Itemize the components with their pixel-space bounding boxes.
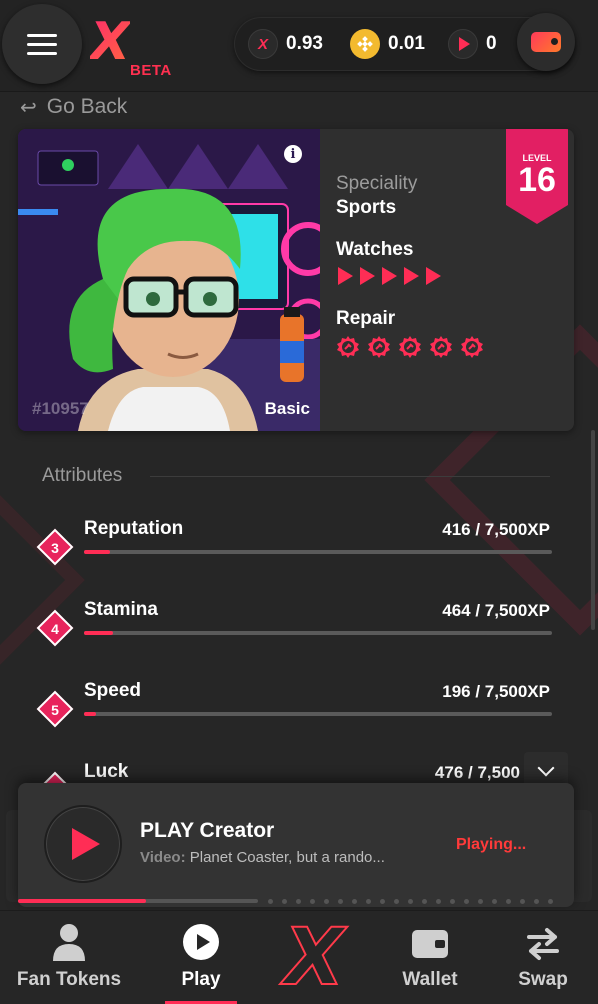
x-token-balance[interactable]: X 0.93 bbox=[248, 29, 323, 59]
play-pause-button[interactable] bbox=[44, 805, 122, 883]
go-back-link[interactable]: ↩ Go Back bbox=[20, 93, 127, 121]
token-id: #10957 bbox=[32, 399, 89, 418]
repair-rating bbox=[336, 335, 491, 359]
player-video: Video: Planet Coaster, but a rando... bbox=[140, 849, 385, 866]
attribute-stamina: 4 Stamina 464 / 7,500XP bbox=[36, 599, 554, 659]
attribute-level: 4 bbox=[51, 621, 59, 637]
watch-play-icon bbox=[382, 267, 397, 285]
x-token-value: 0.93 bbox=[286, 33, 323, 54]
app-header: X BETA X 0.93 0.01 0 bbox=[0, 0, 598, 92]
repair-gear-icon bbox=[430, 336, 452, 358]
bottom-nav: Fan Tokens Play X Wallet Swap bbox=[0, 910, 598, 1004]
wallet-icon bbox=[412, 930, 448, 958]
video-label: Video: bbox=[140, 849, 186, 866]
speciality-label: Speciality bbox=[336, 173, 418, 194]
attribute-xp: 416 / 7,500XP bbox=[442, 520, 550, 539]
video-title: Planet Coaster, but a rando... bbox=[189, 849, 385, 866]
repair-gear-icon bbox=[368, 336, 390, 358]
nav-home-logo[interactable]: X bbox=[274, 911, 358, 1004]
watch-play-icon bbox=[338, 267, 353, 285]
attribute-name: Luck bbox=[84, 761, 129, 782]
back-arrow-icon: ↩ bbox=[20, 96, 37, 119]
nav-play[interactable]: Play bbox=[160, 911, 242, 1004]
app-logo[interactable]: X BETA bbox=[86, 12, 176, 82]
attribute-progress-bar bbox=[84, 631, 552, 635]
watch-play-icon bbox=[360, 267, 375, 285]
hamburger-icon bbox=[27, 31, 57, 58]
creator-card: i #10957 Basic Speciality Sports Watches… bbox=[18, 129, 574, 431]
mini-player: PLAY Creator Video: Planet Coaster, but … bbox=[18, 783, 574, 907]
watches-label: Watches bbox=[336, 239, 414, 260]
play-token-value: 0 bbox=[486, 33, 497, 54]
menu-button[interactable] bbox=[2, 4, 82, 84]
attribute-xp: 476 / 7,500 bbox=[434, 763, 520, 782]
user-icon bbox=[53, 924, 85, 961]
attribute-reputation: 3 Reputation 416 / 7,500XP bbox=[36, 518, 554, 578]
level-value: 16 bbox=[518, 161, 556, 199]
info-icon[interactable]: i bbox=[284, 145, 302, 163]
bnb-value: 0.01 bbox=[388, 33, 425, 54]
swap-icon bbox=[527, 928, 559, 960]
attribute-xp: 196 / 7,500XP bbox=[442, 682, 550, 701]
play-icon bbox=[183, 924, 219, 960]
tier-label: Basic bbox=[264, 399, 310, 418]
watch-play-icon bbox=[404, 267, 419, 285]
scrollbar[interactable] bbox=[591, 430, 595, 630]
attribute-speed: 5 Speed 196 / 7,500XP bbox=[36, 680, 554, 740]
nav-label: Swap bbox=[518, 969, 568, 990]
x-token-icon: X bbox=[248, 29, 278, 59]
repair-gear-icon bbox=[461, 336, 483, 358]
wallet-button[interactable] bbox=[517, 13, 575, 71]
attribute-name: Reputation bbox=[84, 518, 184, 539]
attribute-progress-bar bbox=[84, 550, 552, 554]
progress-dots bbox=[268, 899, 562, 904]
watches-rating bbox=[338, 267, 448, 285]
play-icon bbox=[72, 828, 100, 860]
attribute-xp: 464 / 7,500XP bbox=[442, 601, 550, 620]
attribute-progress-bar bbox=[84, 712, 552, 716]
repair-gear-icon bbox=[399, 336, 421, 358]
wallet-icon bbox=[531, 32, 561, 52]
play-token-icon bbox=[448, 29, 478, 59]
repair-gear-icon bbox=[337, 336, 359, 358]
nav-wallet[interactable]: Wallet bbox=[390, 911, 470, 1004]
attributes-title: Attributes bbox=[42, 465, 123, 486]
attributes-divider bbox=[150, 476, 550, 477]
player-title: PLAY Creator bbox=[140, 819, 275, 842]
repair-label: Repair bbox=[336, 308, 396, 329]
attribute-name: Speed bbox=[84, 680, 142, 701]
watch-play-icon bbox=[426, 267, 441, 285]
player-progress[interactable] bbox=[18, 897, 574, 907]
chevron-down-icon bbox=[537, 759, 555, 777]
avatar-illustration bbox=[18, 129, 320, 431]
attribute-name: Stamina bbox=[84, 599, 158, 620]
progress-fill bbox=[18, 899, 146, 903]
attribute-level: 5 bbox=[51, 702, 59, 718]
bnb-coin-icon bbox=[350, 29, 380, 59]
creator-portrait[interactable]: i #10957 Basic bbox=[18, 129, 320, 431]
nav-label: Wallet bbox=[402, 969, 458, 990]
bnb-balance[interactable]: 0.01 bbox=[350, 29, 425, 59]
go-back-label: Go Back bbox=[46, 95, 128, 118]
speciality-value: Sports bbox=[336, 197, 397, 218]
beta-badge: BETA bbox=[130, 62, 172, 79]
play-token-balance[interactable]: 0 bbox=[448, 29, 497, 59]
player-status: Playing... bbox=[456, 836, 527, 853]
creator-stats: Speciality Sports Watches Repair LEVEL 1… bbox=[336, 129, 574, 431]
nav-label: Fan Tokens bbox=[16, 969, 122, 990]
logo-mark: X bbox=[90, 12, 131, 72]
nav-label: Play bbox=[181, 969, 221, 990]
x-logo-icon: X bbox=[283, 913, 345, 1003]
nav-swap[interactable]: Swap bbox=[504, 911, 582, 1004]
level-badge: LEVEL 16 bbox=[506, 129, 568, 224]
attribute-level: 3 bbox=[51, 540, 59, 556]
nav-fan-tokens[interactable]: Fan Tokens bbox=[6, 911, 132, 1004]
